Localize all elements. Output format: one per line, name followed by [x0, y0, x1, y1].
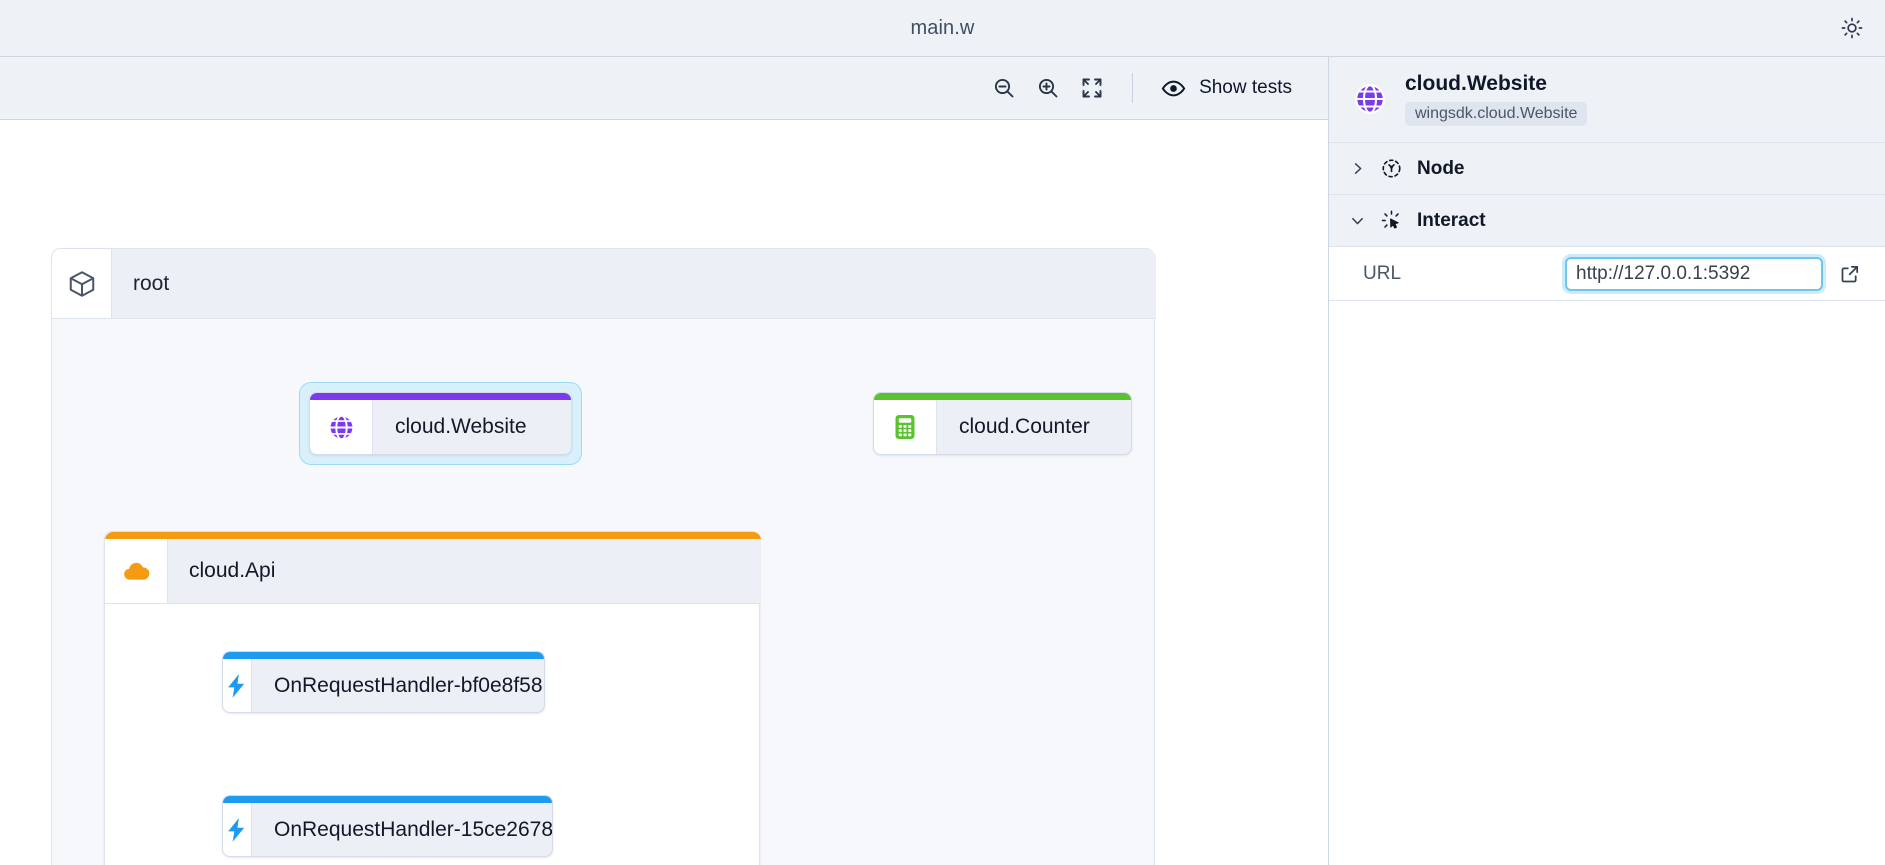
inspector-section-label: Node [1417, 157, 1465, 179]
architecture-canvas[interactable]: root cloud.Website cloud.Counter cloud.A… [0, 120, 1328, 865]
node-label: OnRequestHandler-bf0e8f58 [274, 673, 543, 697]
inspector-header: cloud.Website wingsdk.cloud.Website [1329, 57, 1885, 144]
title-bar: main.w [0, 0, 1885, 57]
lightning-bolt-icon [223, 796, 252, 856]
main-body: Show tests root cloud.Website cloud.Coun… [0, 57, 1885, 865]
node-label: cloud.Website [395, 415, 527, 438]
eye-icon [1161, 76, 1186, 101]
globe-icon [1351, 80, 1389, 118]
node-onrequesthandler-bf0e8f58[interactable]: OnRequestHandler-bf0e8f58 [222, 651, 545, 713]
node-cloud-website[interactable]: cloud.Website [309, 392, 572, 455]
window-title: main.w [910, 16, 975, 39]
expand-icon[interactable] [1070, 68, 1114, 108]
show-tests-label: Show tests [1199, 77, 1292, 98]
chevron-right-icon [1349, 161, 1365, 176]
node-label: cloud.Api [189, 559, 276, 582]
inspector-section-interact[interactable]: Interact [1329, 195, 1885, 248]
inspector-panel: cloud.Website wingsdk.cloud.Website Node… [1329, 57, 1885, 865]
toolbar-divider [1132, 73, 1134, 103]
cloud-icon [105, 532, 168, 603]
external-link-icon[interactable] [1835, 259, 1865, 289]
calculator-icon [874, 393, 937, 454]
sun-icon[interactable] [1835, 11, 1869, 45]
inspector-empty-area [1329, 301, 1885, 865]
root-header[interactable]: root [52, 249, 1156, 319]
show-tests-toggle[interactable]: Show tests [1151, 70, 1302, 107]
node-accent-bar [223, 652, 544, 659]
node-accent-bar [223, 796, 552, 803]
node-accent-bar [105, 532, 761, 539]
map-pane: Show tests root cloud.Website cloud.Coun… [0, 57, 1329, 865]
inspector-section-label: Interact [1417, 209, 1486, 231]
zoom-in-icon[interactable] [1026, 68, 1070, 108]
zoom-out-icon[interactable] [982, 68, 1026, 108]
node-onrequesthandler-15ce2678[interactable]: OnRequestHandler-15ce2678 [222, 795, 553, 857]
chevron-down-icon [1349, 213, 1365, 228]
inspector-type-badge: wingsdk.cloud.Website [1405, 102, 1588, 127]
cloud-api-header[interactable]: cloud.Api [105, 532, 761, 604]
cursor-click-icon [1378, 209, 1404, 232]
lightning-bolt-icon [223, 652, 252, 712]
node-accent-bar [310, 393, 571, 400]
inspector-section-node[interactable]: Node [1329, 143, 1885, 196]
node-graph-icon [1378, 157, 1404, 180]
url-input[interactable] [1565, 256, 1823, 291]
root-label: root [133, 271, 170, 295]
url-field-label: URL [1363, 262, 1402, 284]
app-window: main.w Show tests root cloud.Website clo… [0, 0, 1885, 865]
node-label: OnRequestHandler-15ce2678 [274, 817, 553, 841]
node-cloud-counter[interactable]: cloud.Counter [873, 392, 1132, 455]
inspector-title: cloud.Website [1405, 72, 1547, 95]
globe-icon [310, 393, 373, 454]
node-label: cloud.Counter [959, 415, 1090, 438]
cube-icon [52, 249, 112, 318]
node-cloud-api[interactable]: cloud.Api OnRequestHandler-bf0e8f58 OnRe… [104, 531, 761, 865]
url-field-row: URL [1329, 247, 1885, 302]
map-toolbar: Show tests [0, 57, 1328, 120]
node-accent-bar [874, 393, 1131, 400]
